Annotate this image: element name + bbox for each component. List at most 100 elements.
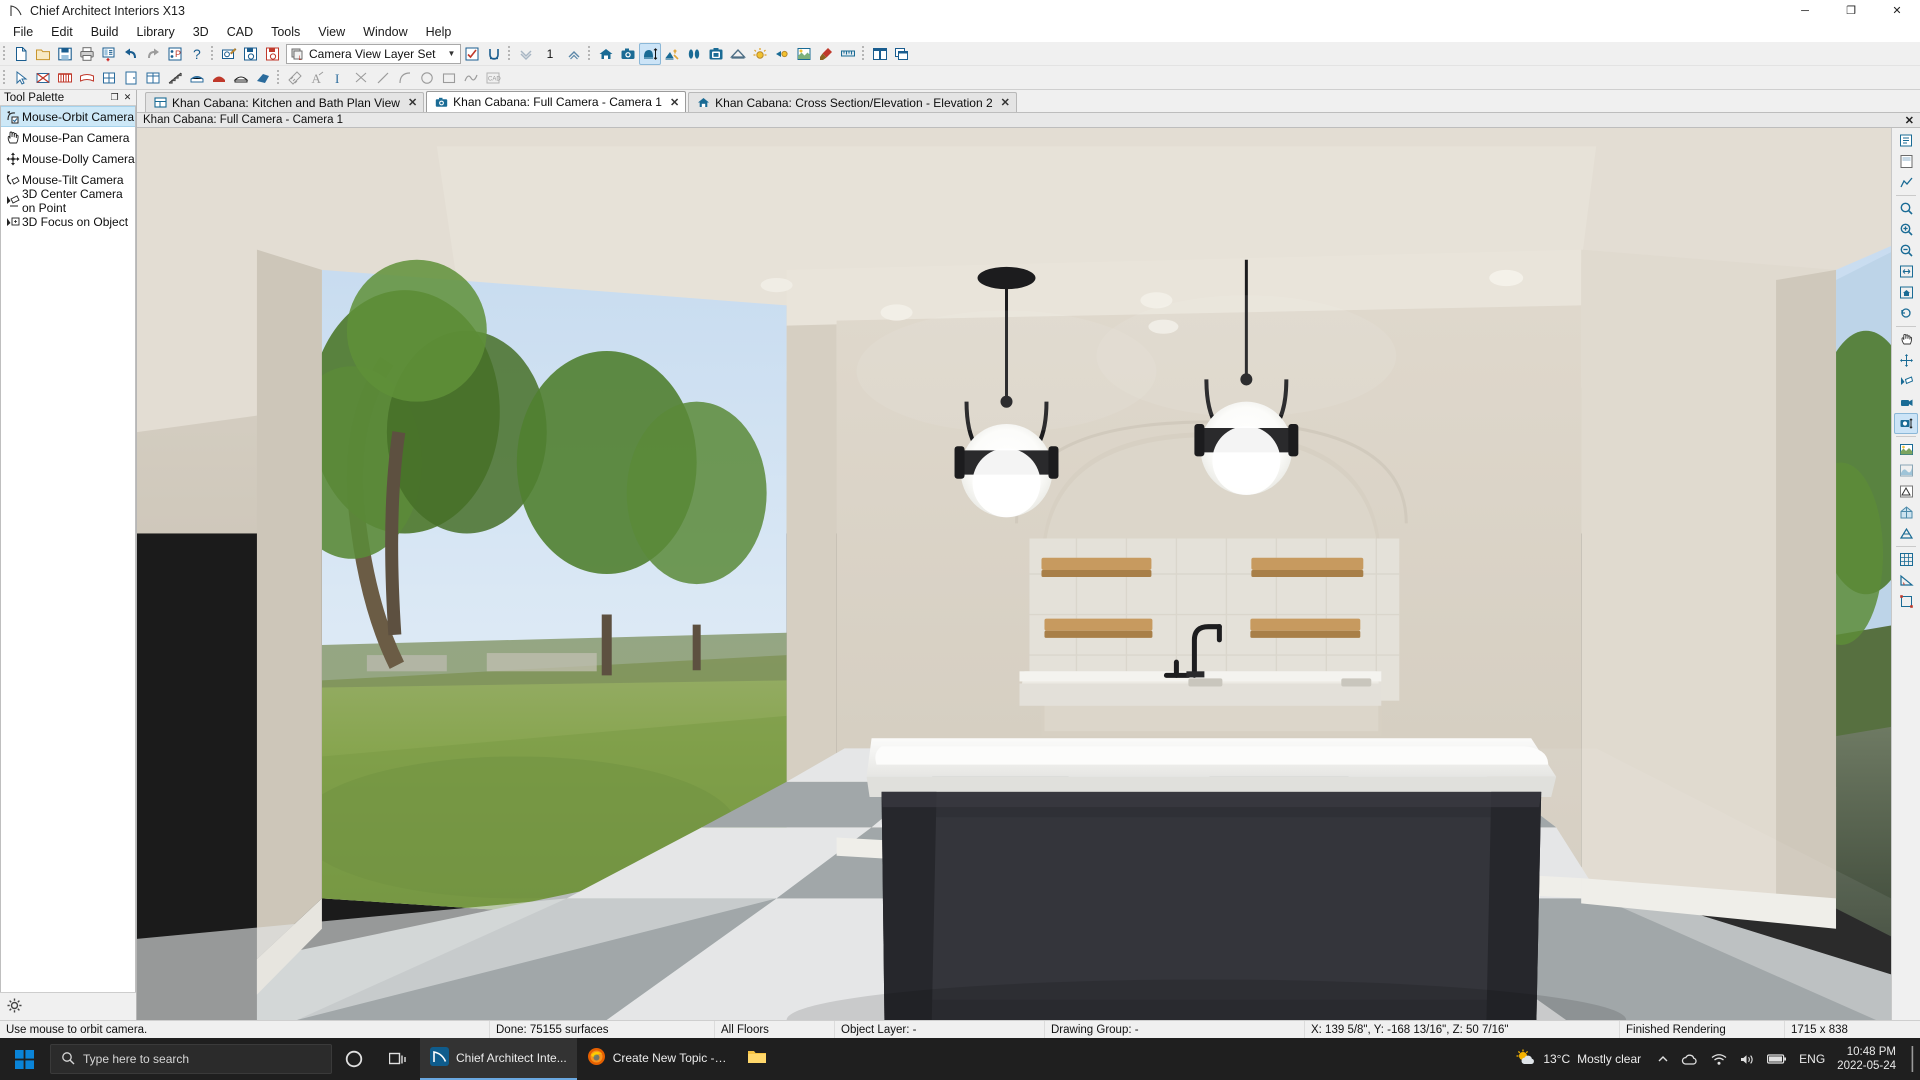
millwork-tool-button[interactable] <box>230 67 252 89</box>
paintbrush-button[interactable] <box>815 43 837 65</box>
railing-tool-button[interactable] <box>76 67 98 89</box>
palette-item-mouse-dolly-camera[interactable]: Mouse-Dolly Camera <box>1 148 135 169</box>
ruler-measure-button[interactable] <box>837 43 859 65</box>
material-region-button[interactable] <box>252 67 274 89</box>
zoom-button[interactable] <box>1894 198 1918 219</box>
redo-arrow-button[interactable] <box>142 43 164 65</box>
spot-light-button[interactable] <box>771 43 793 65</box>
close-button[interactable]: ✕ <box>1874 0 1920 22</box>
tools-toolbar-grip[interactable] <box>1 68 8 88</box>
dimension-tool-button[interactable] <box>284 67 306 89</box>
floor-number-field[interactable]: 1 <box>537 47 563 61</box>
text-a-button[interactable]: A <box>306 67 328 89</box>
menu-help[interactable]: Help <box>417 22 461 42</box>
move-camera-button[interactable] <box>1894 392 1918 413</box>
arc-tool-button[interactable] <box>394 67 416 89</box>
gear-icon[interactable] <box>6 997 23 1017</box>
tab-kitchen-and-bath-plan-view[interactable]: Khan Cabana: Kitchen and Bath Plan View … <box>145 92 425 112</box>
preferences-button[interactable]: P <box>164 43 186 65</box>
tab-full-camera-camera-1[interactable]: Khan Cabana: Full Camera - Camera 1 ✕ <box>426 91 687 112</box>
render-viewport[interactable] <box>137 128 1891 1020</box>
cabinet-tool-button[interactable] <box>142 67 164 89</box>
cad-block-button[interactable]: CAD <box>482 67 504 89</box>
tab-close-button[interactable]: ✕ <box>1001 96 1010 109</box>
palette-item-mouse-orbit-camera[interactable]: Mouse-Orbit Camera <box>1 106 135 127</box>
camera-settings-button[interactable] <box>1894 413 1918 434</box>
watercolor-button[interactable] <box>1894 460 1918 481</box>
roof-button[interactable] <box>727 43 749 65</box>
layout-page-button[interactable] <box>1894 151 1918 172</box>
up-one-floor-button[interactable] <box>563 43 585 65</box>
menu-file[interactable]: File <box>4 22 42 42</box>
toolbar-grip[interactable] <box>1 44 8 64</box>
stairs-tool-button[interactable] <box>164 67 186 89</box>
print-preview-button[interactable] <box>98 43 120 65</box>
select-objects-button[interactable] <box>10 67 32 89</box>
circle-tool-button[interactable] <box>416 67 438 89</box>
taskbar-clock[interactable]: 10:48 PM 2022-05-24 <box>1831 1038 1906 1080</box>
palette-item-3d-center-camera-on-point[interactable]: 3D Center Camera on Point <box>1 187 135 215</box>
fireplace-tool-button[interactable] <box>186 67 208 89</box>
taskbar-app-firefox[interactable]: Create New Topic - ... <box>577 1038 737 1080</box>
view-direction-button[interactable] <box>1894 371 1918 392</box>
maximize-button[interactable]: ❐ <box>1828 0 1874 22</box>
plot-lines-button[interactable] <box>1894 172 1918 193</box>
camera-button[interactable] <box>617 43 639 65</box>
menu-view[interactable]: View <box>309 22 354 42</box>
toolbar-grip-5[interactable] <box>860 44 867 64</box>
pan-window-button[interactable] <box>1894 329 1918 350</box>
cad-x-button[interactable] <box>350 67 372 89</box>
full-camera-button[interactable] <box>595 43 617 65</box>
tab-cross-section-elevation-2[interactable]: Khan Cabana: Cross Section/Elevation - E… <box>688 92 1017 112</box>
sun-button[interactable] <box>749 43 771 65</box>
tab-close-button[interactable]: ✕ <box>408 96 417 109</box>
elevation-camera-button[interactable] <box>639 42 661 65</box>
save-button[interactable] <box>54 43 76 65</box>
layer-set-selector[interactable]: L Camera View Layer Set ▼ <box>286 43 461 64</box>
grid-snaps-button[interactable] <box>1894 549 1918 570</box>
room-tool-button[interactable] <box>32 67 54 89</box>
camera-edit-button[interactable] <box>218 43 240 65</box>
toolbar-grip-4[interactable] <box>586 44 593 64</box>
angle-snaps-button[interactable] <box>1894 570 1918 591</box>
undo-zoom-button[interactable] <box>1894 303 1918 324</box>
down-one-floor-button[interactable] <box>515 43 537 65</box>
menu-edit[interactable]: Edit <box>42 22 82 42</box>
save-layer-set-button[interactable] <box>240 43 262 65</box>
material-painter-tools-button[interactable] <box>661 43 683 65</box>
chevron-down-icon[interactable]: ▼ <box>443 45 460 63</box>
task-view-icon[interactable] <box>376 1038 420 1080</box>
final-view-button[interactable] <box>1894 439 1918 460</box>
taskbar-weather-widget[interactable]: 13°C Mostly clear <box>1506 1038 1651 1080</box>
zoom-in-button[interactable] <box>1894 219 1918 240</box>
palette-item-3d-focus-on-object[interactable]: 3D Focus on Object <box>1 211 135 232</box>
onedrive-icon[interactable] <box>1675 1038 1705 1080</box>
question-mark-icon-button[interactable]: ? <box>186 43 208 65</box>
scroll-window-button[interactable] <box>1894 350 1918 371</box>
line-tool-button[interactable] <box>372 67 394 89</box>
fill-window-building-button[interactable] <box>1894 282 1918 303</box>
windows-start-icon[interactable] <box>0 1038 48 1080</box>
volume-icon[interactable] <box>1733 1038 1761 1080</box>
cascade-windows-button[interactable] <box>891 43 913 65</box>
menu-library[interactable]: Library <box>128 22 184 42</box>
language-indicator[interactable]: ENG <box>1793 1038 1831 1080</box>
fill-window-button[interactable] <box>1894 261 1918 282</box>
print-button[interactable] <box>76 43 98 65</box>
search-input[interactable]: Type here to search <box>50 1044 332 1074</box>
walkthrough-footsteps-button[interactable] <box>683 43 705 65</box>
picture-frame-button[interactable] <box>705 43 727 65</box>
line-drawing-button[interactable] <box>1894 481 1918 502</box>
notification-bar-icon[interactable] <box>1906 1038 1920 1080</box>
menu-3d[interactable]: 3D <box>184 22 218 42</box>
glass-house-button[interactable] <box>1894 502 1918 523</box>
cortana-circle-icon[interactable] <box>332 1038 376 1080</box>
checklist-display-options-button[interactable] <box>461 43 483 65</box>
float-panel-button[interactable]: ❐ <box>108 91 121 104</box>
menu-build[interactable]: Build <box>82 22 128 42</box>
minimize-button[interactable]: ─ <box>1782 0 1828 22</box>
open-folder-button[interactable] <box>32 43 54 65</box>
undo-arrow-button[interactable] <box>120 43 142 65</box>
door-tool-button[interactable] <box>120 67 142 89</box>
reference-display-button[interactable] <box>1894 130 1918 151</box>
